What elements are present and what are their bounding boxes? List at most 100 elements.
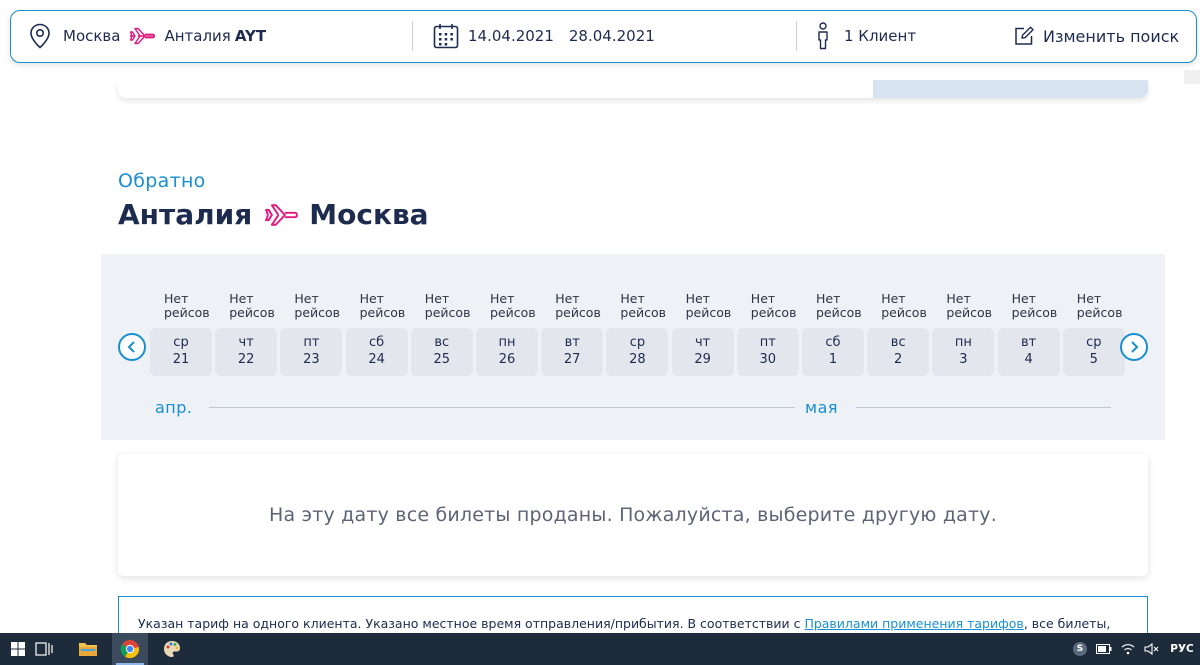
day-date-box[interactable]: пт 23 <box>280 328 343 376</box>
day-number: 30 <box>759 352 777 367</box>
day-date-box[interactable]: пт 30 <box>736 328 799 376</box>
edit-search-button[interactable]: Изменить поиск <box>1014 11 1179 61</box>
day-status: Нет рейсов <box>750 291 797 320</box>
day-date-box[interactable]: ср 5 <box>1062 328 1125 376</box>
day-date-box[interactable]: пн 3 <box>932 328 995 376</box>
calendar-day[interactable]: Нет рейсов пт 23 <box>280 291 343 376</box>
calendar-day[interactable]: Нет рейсов вс 25 <box>410 291 473 376</box>
day-date-box[interactable]: чт 29 <box>671 328 734 376</box>
calendar-day[interactable]: Нет рейсов вт 27 <box>541 291 604 376</box>
paint-palette-icon <box>164 641 180 657</box>
day-number: 3 <box>959 352 968 367</box>
route-title-to: Москва <box>309 198 429 231</box>
person-icon <box>818 22 828 50</box>
calendar-day[interactable]: Нет рейсов пт 30 <box>736 291 799 376</box>
day-weekday: вт <box>564 335 580 350</box>
day-date-box[interactable]: вт 27 <box>541 328 604 376</box>
calendar-day[interactable]: Нет рейсов вс 2 <box>867 292 930 376</box>
month-label-may: мая <box>805 398 838 417</box>
clients-summary[interactable]: 1 Клиент <box>816 11 916 61</box>
route-title-from: Анталия <box>118 198 253 231</box>
previous-card-button[interactable] <box>873 80 1148 98</box>
task-view-button[interactable] <box>26 633 62 665</box>
day-status: Нет рейсов <box>359 291 406 320</box>
day-date-box[interactable]: сб 24 <box>345 328 408 376</box>
windows-logo-icon <box>11 642 25 656</box>
system-tray: S РУС <box>1068 633 1200 665</box>
calendar-day[interactable]: Нет рейсов пн 26 <box>476 292 538 376</box>
calendar-day[interactable]: Нет рейсов ср 5 <box>1062 292 1125 376</box>
date-return: 28.04.2021 <box>568 27 655 45</box>
day-weekday: пт <box>303 335 320 350</box>
day-date-box[interactable]: пн 26 <box>476 328 538 376</box>
calendar-day[interactable]: Нет рейсов пн 3 <box>932 291 995 376</box>
calendar-day[interactable]: Нет рейсов ср 28 <box>606 291 669 376</box>
day-status: Нет рейсов <box>294 291 341 320</box>
route-from: Москва <box>63 27 121 45</box>
day-date-box[interactable]: вс 25 <box>410 328 473 376</box>
day-status: Нет рейсов <box>555 291 601 320</box>
battery-tray-button[interactable] <box>1092 633 1116 665</box>
calendar-day[interactable]: Нет рейсов чт 29 <box>671 292 734 376</box>
day-weekday: сб <box>825 335 841 350</box>
calendar-next-button[interactable] <box>1120 333 1148 361</box>
day-weekday: сб <box>369 335 385 350</box>
day-weekday: пт <box>759 335 776 350</box>
airplane-icon <box>130 27 156 45</box>
day-number: 2 <box>894 352 903 367</box>
day-number: 25 <box>433 352 451 367</box>
fare-rules-link[interactable]: Правилами применения тарифов <box>804 616 1023 631</box>
paint-button[interactable] <box>154 633 190 665</box>
day-status: Нет рейсов <box>946 291 993 320</box>
calendar-day[interactable]: Нет рейсов сб 1 <box>802 292 864 376</box>
day-status: Нет рейсов <box>229 291 275 320</box>
day-weekday: чт <box>694 335 711 350</box>
month-divider-line <box>856 407 1111 408</box>
task-view-icon <box>35 642 53 656</box>
calendar-day[interactable]: Нет рейсов чт 22 <box>215 291 278 376</box>
day-number: 27 <box>563 352 581 367</box>
calendar-prev-button[interactable] <box>118 333 146 361</box>
sold-out-message-card: На эту дату все билеты проданы. Пожалуйс… <box>118 454 1148 576</box>
day-weekday: ср <box>173 335 189 350</box>
day-date-box[interactable]: вт 4 <box>997 328 1060 376</box>
day-date-box[interactable]: сб 1 <box>802 328 864 376</box>
skype-tray-button[interactable]: S <box>1068 633 1092 665</box>
section-label: Обратно <box>118 170 206 192</box>
day-status: Нет рейсов <box>424 291 471 320</box>
sold-out-message: На эту дату все билеты проданы. Пожалуйс… <box>269 504 997 526</box>
day-date-box[interactable]: ср 28 <box>606 328 669 376</box>
day-status: Нет рейсов <box>620 291 667 320</box>
day-weekday: вс <box>890 335 906 350</box>
route-to: Анталия AYT <box>164 27 267 45</box>
volume-muted-icon <box>1144 643 1159 655</box>
volume-tray-button[interactable] <box>1140 633 1164 665</box>
search-summary-bar: Москва АнталияAYT 14.04.2021 28.04.2021 <box>10 10 1197 63</box>
day-date-box[interactable]: ср 21 <box>150 328 212 376</box>
file-explorer-button[interactable] <box>70 633 106 665</box>
battery-icon <box>1096 644 1112 654</box>
calendar-day[interactable]: Нет рейсов вт 4 <box>997 292 1060 376</box>
day-date-box[interactable]: вс 2 <box>867 328 930 376</box>
route-summary[interactable]: Москва Анталия AYT <box>29 11 266 61</box>
day-status: Нет рейсов <box>816 291 862 320</box>
month-label-april: апр. <box>155 398 193 417</box>
day-number: 23 <box>303 352 320 367</box>
calendar-icon <box>433 24 459 49</box>
calendar-day[interactable]: Нет рейсов ср 21 <box>150 292 212 376</box>
edit-search-label: Изменить поиск <box>1043 26 1180 46</box>
day-date-box[interactable]: чт 22 <box>215 328 278 376</box>
language-indicator[interactable]: РУС <box>1164 643 1200 655</box>
dates-summary[interactable]: 14.04.2021 28.04.2021 <box>433 11 655 61</box>
day-weekday: пн <box>498 335 516 350</box>
day-weekday: пн <box>954 335 972 350</box>
wifi-tray-button[interactable] <box>1116 633 1140 665</box>
chrome-button[interactable] <box>112 633 148 665</box>
day-status: Нет рейсов <box>490 291 536 320</box>
date-calendar: Нет рейсов ср 21 Нет рейсов чт 22 Нет рейсов пт… <box>101 254 1165 440</box>
calendar-day[interactable]: Нет рейсов сб 24 <box>345 291 408 376</box>
scrollbar[interactable] <box>1184 70 1200 84</box>
wifi-icon <box>1121 644 1135 655</box>
day-number: 21 <box>172 352 190 367</box>
day-number: 5 <box>1089 352 1098 367</box>
